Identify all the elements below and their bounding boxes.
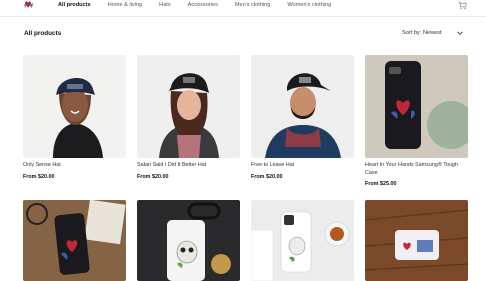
- product-name[interactable]: Only Sense Hat: [23, 162, 126, 170]
- product-image-only-sense-hat[interactable]: [23, 55, 126, 158]
- product-image-satan-said-hat[interactable]: [137, 55, 240, 158]
- product-card[interactable]: [251, 200, 354, 281]
- product-card[interactable]: Satan Said I Did It Better Hat From $20.…: [137, 55, 240, 180]
- nav-hats[interactable]: Hats: [159, 1, 171, 11]
- heart-butterfly-logo[interactable]: [24, 0, 34, 10]
- nav-all-products[interactable]: All products: [58, 1, 91, 11]
- product-price: From $20.00: [23, 173, 55, 180]
- header-divider: [0, 16, 486, 17]
- product-card[interactable]: [137, 200, 240, 281]
- product-name[interactable]: Free to Leave Hat: [251, 162, 354, 170]
- nav-accessories[interactable]: Accessories: [188, 1, 218, 11]
- site-header: All products Home & living Hats Accessor…: [0, 0, 486, 12]
- product-card[interactable]: Only Sense Hat From $20.00: [23, 55, 126, 180]
- product-image-heart-samsung-case[interactable]: [365, 55, 468, 158]
- product-name[interactable]: Heart In Your Hands Samsung® Tough Case: [365, 162, 468, 177]
- product-image-free-to-leave-hat[interactable]: [251, 55, 354, 158]
- main-nav: All products Home & living Hats Accessor…: [58, 1, 331, 11]
- page-title: All products: [24, 30, 62, 37]
- chevron-down-icon: [457, 31, 463, 35]
- product-price: From $25.00: [365, 181, 397, 187]
- product-name[interactable]: Satan Said I Did It Better Hat: [137, 162, 240, 170]
- nav-mens-clothing[interactable]: Men's clothing: [235, 1, 271, 11]
- sort-label: Sort by: Newest: [402, 30, 442, 36]
- sort-dropdown[interactable]: Sort by: Newest: [396, 25, 468, 42]
- nav-home-living[interactable]: Home & living: [108, 1, 143, 11]
- nav-womens-clothing[interactable]: Women's clothing: [287, 1, 331, 11]
- shopping-cart-icon[interactable]: [458, 1, 467, 10]
- product-price: From $20.00: [251, 173, 283, 180]
- product-price: From $20.00: [137, 173, 169, 180]
- product-image-sticker[interactable]: [365, 200, 468, 281]
- product-card[interactable]: Free to Leave Hat From $20.00: [251, 55, 354, 180]
- product-card[interactable]: Heart In Your Hands Samsung® Tough Case …: [365, 55, 468, 187]
- product-image-iphone-case-skull[interactable]: [251, 200, 354, 281]
- product-image-skull-phone-case[interactable]: [137, 200, 240, 281]
- product-card[interactable]: [365, 200, 468, 281]
- product-card[interactable]: [23, 200, 126, 281]
- product-image-phone-case-desk[interactable]: [23, 200, 126, 281]
